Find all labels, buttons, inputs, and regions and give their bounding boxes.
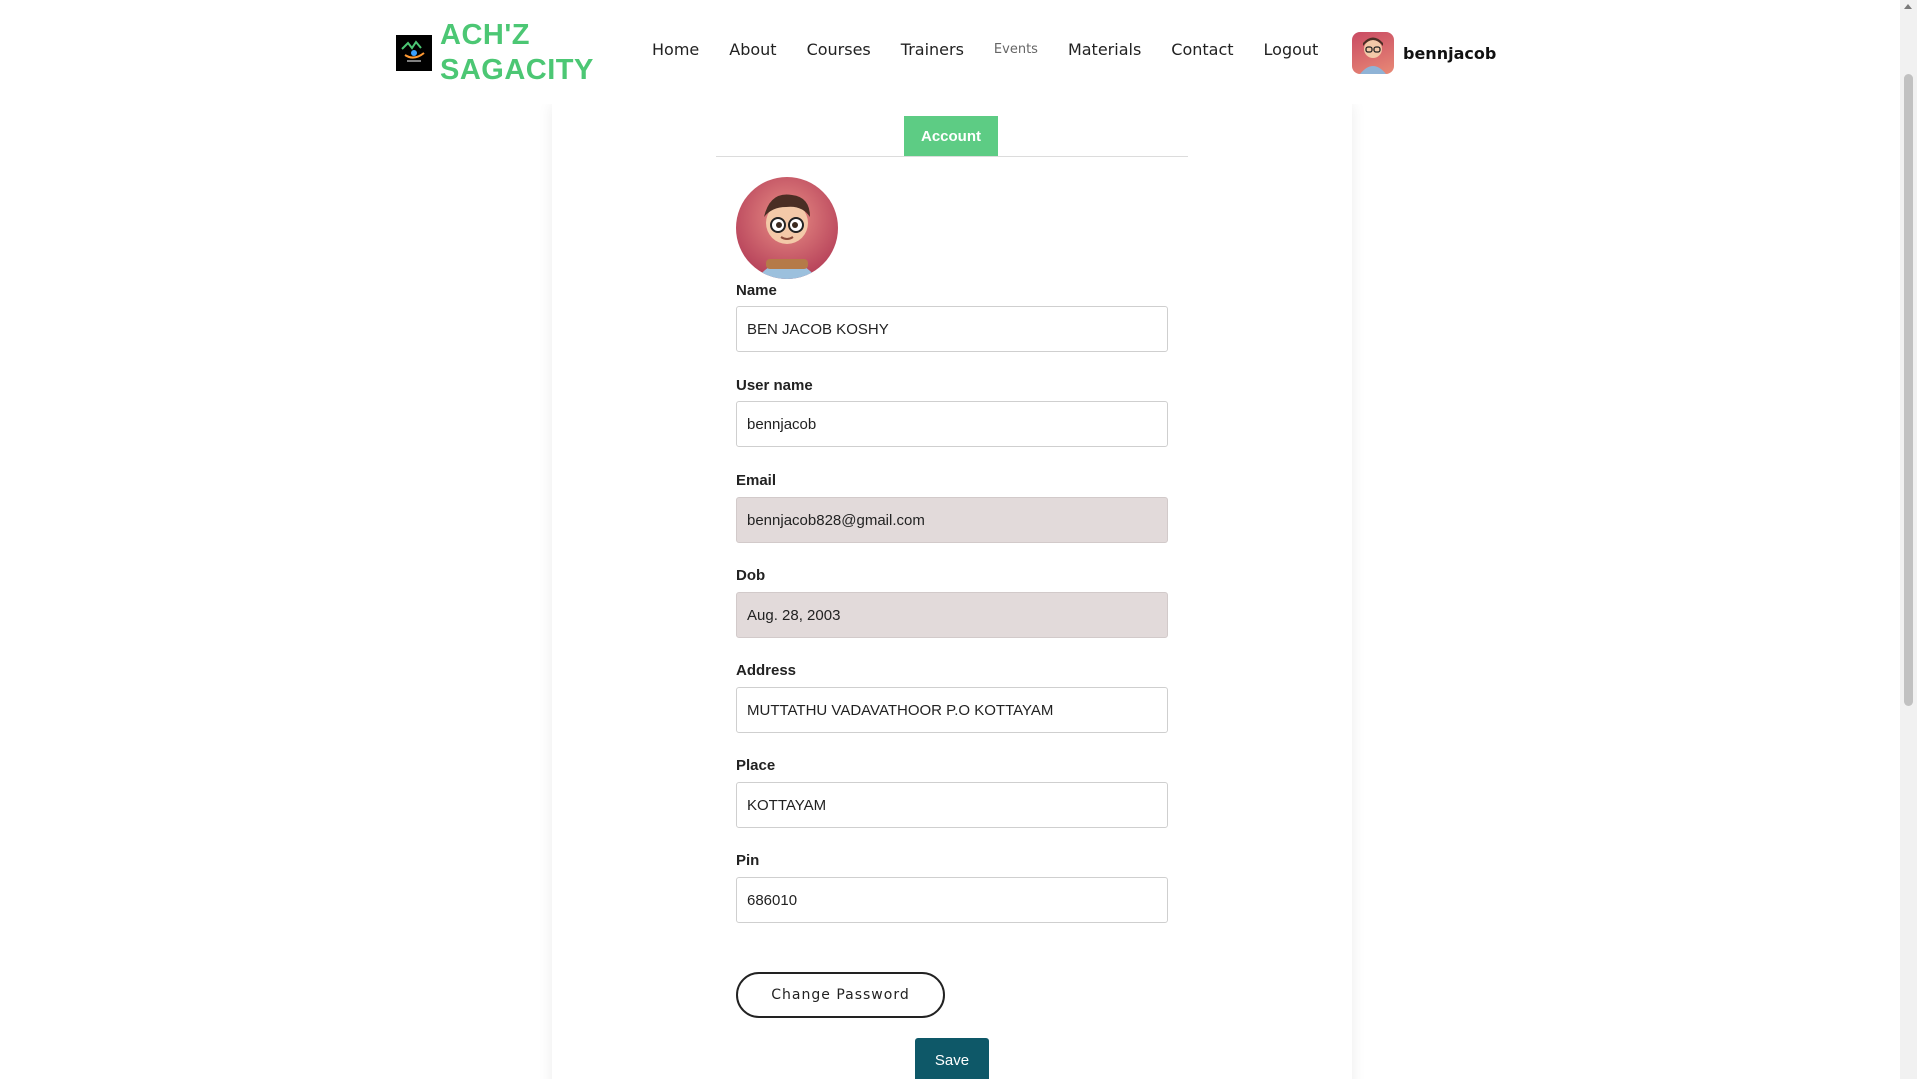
nav-trainers[interactable]: Trainers <box>901 40 964 59</box>
username-field[interactable] <box>736 401 1168 447</box>
brand-line2: SAGACITY <box>440 54 594 86</box>
email-field <box>736 497 1168 543</box>
username-label: bennjacob <box>1403 43 1497 63</box>
nav-about[interactable]: About <box>729 40 776 59</box>
place-field[interactable] <box>736 782 1168 828</box>
dob-field <box>736 592 1168 638</box>
name-field[interactable] <box>736 306 1168 352</box>
profile-avatar-icon[interactable] <box>736 177 838 279</box>
brand-name: ACH'Z SAGACITY <box>440 18 594 88</box>
nav-home[interactable]: Home <box>652 40 699 59</box>
scroll-thumb[interactable] <box>1904 74 1913 706</box>
nav-courses[interactable]: Courses <box>807 40 871 59</box>
nav-contact[interactable]: Contact <box>1171 40 1233 59</box>
name-label: Name <box>736 282 777 299</box>
brand-line1: ACH'Z <box>440 19 530 51</box>
scroll-up-arrow-icon[interactable] <box>1904 4 1912 9</box>
pin-field[interactable] <box>736 877 1168 923</box>
pin-label: Pin <box>736 852 760 869</box>
tabs-divider <box>716 156 1188 157</box>
address-field[interactable] <box>736 687 1168 733</box>
user-menu[interactable]: bennjacob <box>1352 32 1496 74</box>
save-button[interactable]: Save <box>915 1038 989 1079</box>
address-label: Address <box>736 662 797 679</box>
main-nav: Home About Courses Trainers Events Mater… <box>652 40 1348 59</box>
user-avatar-icon <box>1352 32 1394 74</box>
nav-logout[interactable]: Logout <box>1264 40 1319 59</box>
nav-materials[interactable]: Materials <box>1068 40 1141 59</box>
email-label: Email <box>736 472 777 489</box>
dob-label: Dob <box>736 567 766 584</box>
page-scrollbar[interactable] <box>1900 0 1917 1079</box>
change-password-button[interactable]: Change Password <box>736 972 945 1018</box>
nav-events[interactable]: Events <box>994 42 1038 57</box>
place-label: Place <box>736 757 776 774</box>
brand-logo-icon <box>396 35 432 71</box>
tab-account[interactable]: Account <box>904 116 998 156</box>
username-label-field: User name <box>736 377 813 394</box>
brand[interactable]: ACH'Z SAGACITY <box>396 18 594 88</box>
site-header: ACH'Z SAGACITY Home About Courses Traine… <box>0 0 1900 104</box>
